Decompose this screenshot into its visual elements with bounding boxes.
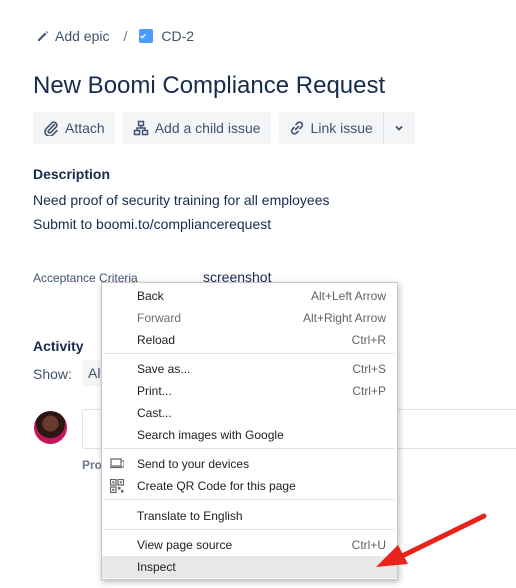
annotation-arrow-icon — [376, 513, 487, 567]
